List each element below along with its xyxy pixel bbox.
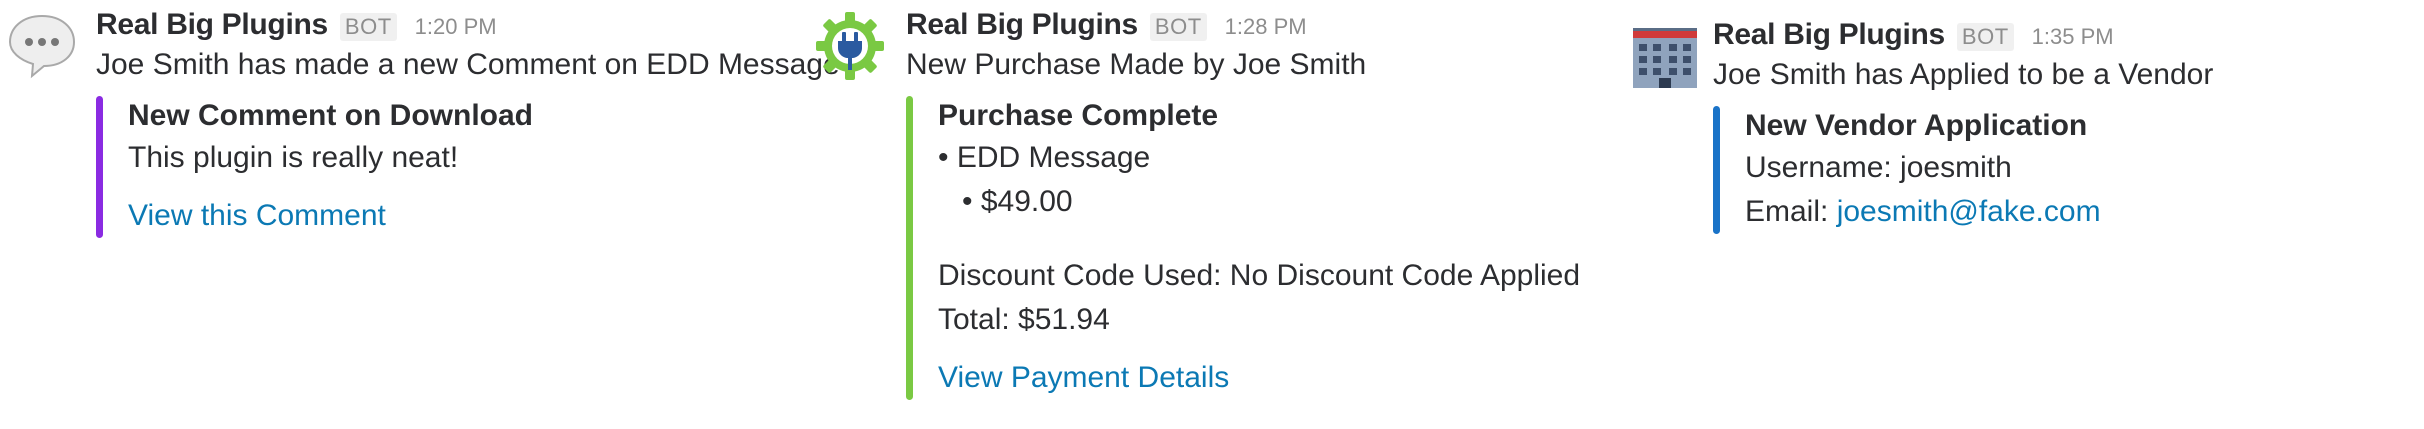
attachment-title: Purchase Complete — [938, 99, 1219, 132]
plug-gear-icon — [814, 10, 886, 82]
email-link[interactable]: joesmith@fake.com — [1837, 195, 2101, 228]
purchase-total: Total: $51.94 — [938, 303, 1110, 336]
attachment: New Comment on Download This plugin is r… — [96, 96, 840, 238]
purchase-item: • EDD Message — [938, 141, 1151, 174]
message-header: Real Big Plugins BOT 1:20 PM — [96, 8, 840, 42]
attachment-color-bar — [96, 96, 103, 238]
discount-code: Discount Code Used: No Discount Code App… — [938, 259, 1581, 292]
attachment-title: New Comment on Download — [128, 99, 533, 132]
bot-badge: BOT — [1149, 13, 1207, 41]
message-header: Real Big Plugins BOT 1:28 PM — [906, 8, 1580, 42]
message-comment: Real Big Plugins BOT 1:20 PM Joe Smith h… — [0, 0, 840, 429]
sender-name[interactable]: Real Big Plugins — [906, 8, 1138, 42]
bot-badge: BOT — [339, 13, 397, 41]
message-header: Real Big Plugins BOT 1:35 PM — [1713, 18, 2213, 52]
sender-name[interactable]: Real Big Plugins — [1713, 18, 1945, 52]
attachment: New Vendor Application Username: joesmit… — [1713, 106, 2213, 234]
office-building-icon — [1629, 18, 1701, 90]
timestamp[interactable]: 1:20 PM — [415, 14, 497, 40]
message-text: New Purchase Made by Joe Smith — [906, 48, 1367, 81]
vendor-email: Email: joesmith@fake.com — [1745, 190, 2213, 234]
message-body: Real Big Plugins BOT 1:28 PM New Purchas… — [906, 8, 1580, 400]
message-body: Real Big Plugins BOT 1:20 PM Joe Smith h… — [96, 8, 840, 238]
message-text: Joe Smith has Applied to be a Vendor — [1713, 58, 2214, 91]
message-purchase: Real Big Plugins BOT 1:28 PM New Purchas… — [812, 0, 1612, 429]
message-text: Joe Smith has made a new Comment on EDD … — [96, 48, 840, 81]
attachment: Purchase Complete • EDD Message • $49.00… — [906, 96, 1580, 400]
bot-badge: BOT — [1956, 23, 2014, 51]
vendor-username: Username: joesmith — [1745, 151, 2012, 184]
purchase-price: • $49.00 — [962, 185, 1073, 218]
view-payment-link[interactable]: View Payment Details — [938, 356, 1580, 400]
attachment-color-bar — [906, 96, 913, 400]
email-label: Email: — [1745, 195, 1837, 228]
speech-bubble-icon — [6, 10, 78, 82]
message-body: Real Big Plugins BOT 1:35 PM Joe Smith h… — [1713, 18, 2213, 234]
timestamp[interactable]: 1:28 PM — [1225, 14, 1307, 40]
timestamp[interactable]: 1:35 PM — [2032, 24, 2114, 50]
attachment-title: New Vendor Application — [1745, 109, 2088, 142]
attachment-body: This plugin is really neat! — [128, 141, 459, 174]
view-comment-link[interactable]: View this Comment — [128, 194, 840, 238]
attachment-color-bar — [1713, 106, 1720, 234]
message-vendor: Real Big Plugins BOT 1:35 PM Joe Smith h… — [1625, 0, 2415, 429]
sender-name[interactable]: Real Big Plugins — [96, 8, 328, 42]
